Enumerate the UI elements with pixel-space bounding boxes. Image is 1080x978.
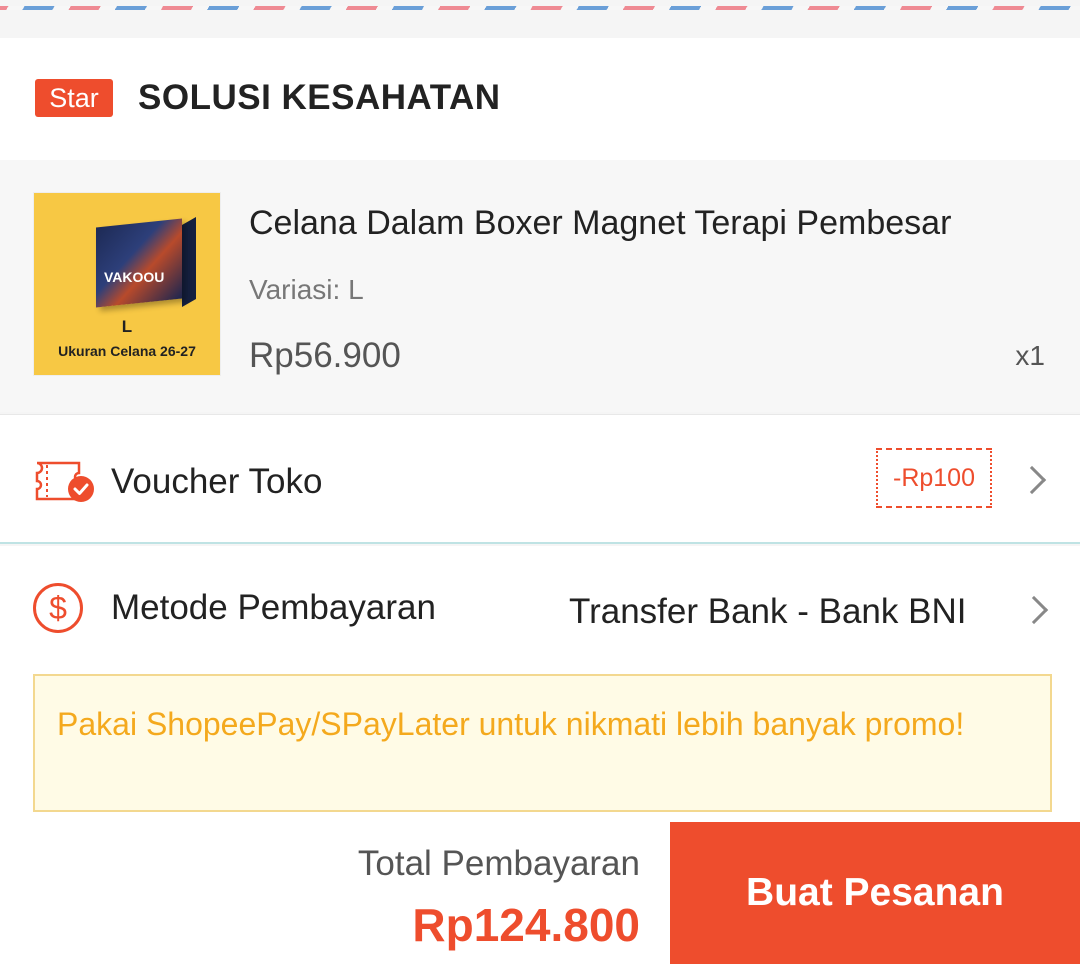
voucher-check-icon	[35, 461, 94, 502]
chevron-right-icon	[1017, 465, 1047, 495]
voucher-row[interactable]: Voucher Toko -Rp100	[0, 414, 1080, 544]
thumbnail-brand: VAKOOU	[104, 269, 165, 285]
voucher-label: Voucher Toko	[111, 462, 323, 501]
thumbnail-size: L	[121, 317, 133, 336]
envelope-stripe	[0, 0, 1080, 38]
product-price: Rp56.900	[249, 336, 401, 375]
voucher-discount-tag: -Rp100	[876, 448, 992, 508]
star-badge: Star	[35, 79, 113, 117]
shop-header: Star SOLUSI KESAHATAN	[0, 38, 1080, 160]
dollar-circle-icon: $	[33, 583, 83, 633]
total-payment-value: Rp124.800	[412, 899, 640, 951]
shop-name[interactable]: SOLUSI KESAHATAN	[138, 78, 501, 118]
payment-section: $ Metode Pembayaran Transfer Bank - Bank…	[0, 546, 1080, 826]
payment-method-value[interactable]: Transfer Bank - Bank BNI	[569, 592, 966, 632]
product-quantity: x1	[1015, 340, 1045, 371]
product-item[interactable]: VAKOOU L Ukuran Celana 26-27 Celana Dala…	[0, 160, 1080, 412]
checkout-bar: Total Pembayaran Rp124.800 Buat Pesanan	[0, 822, 1080, 978]
chevron-right-icon[interactable]	[1019, 595, 1049, 625]
thumbnail-caption: Ukuran Celana 26-27	[58, 343, 196, 359]
product-thumbnail: VAKOOU L Ukuran Celana 26-27	[33, 192, 221, 376]
shopeepay-promo-banner[interactable]: Pakai ShopeePay/SPayLater untuk nikmati …	[33, 674, 1052, 812]
payment-method-label[interactable]: Metode Pembayaran	[111, 588, 436, 628]
place-order-button[interactable]: Buat Pesanan	[670, 822, 1080, 964]
total-payment-label: Total Pembayaran	[357, 844, 640, 883]
product-title: Celana Dalam Boxer Magnet Terapi Pembesa…	[249, 204, 952, 242]
product-variation: Variasi: L	[249, 274, 364, 305]
